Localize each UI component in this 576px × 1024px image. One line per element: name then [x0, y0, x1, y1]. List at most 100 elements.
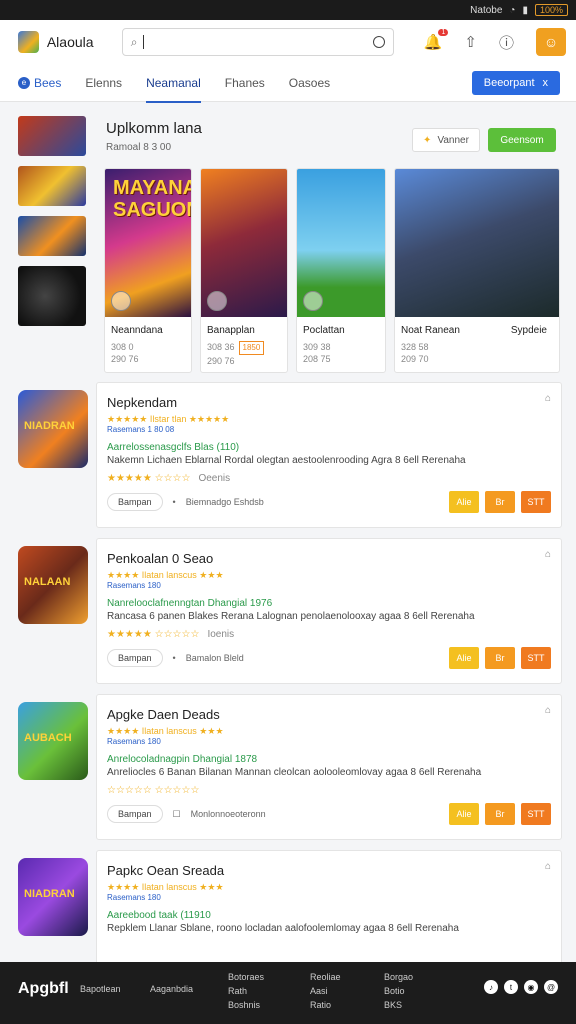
item-description: Anreliocles 6 Banan Bilanan Mannan cleol… — [107, 767, 482, 778]
thumbnail[interactable] — [18, 116, 86, 156]
share-icon[interactable]: ⇧ — [464, 33, 477, 51]
footer-link[interactable]: Boshnis — [228, 998, 264, 1012]
game-list: NIADRAN Nepkendam ★★★★★ Ilstar tlan ★★★★… — [0, 382, 576, 1006]
card-title: Banapplan — [207, 325, 255, 336]
footer-link[interactable]: Botoraes — [228, 970, 264, 984]
item-description: Nakemn Lichaen Eblarnal Rordal olegtan a… — [107, 455, 466, 466]
nav-tabs: e Bees Elenns Neamanal Fhanes Oasoes Beeo… — [0, 64, 576, 103]
game-card[interactable]: Noat Ranean Sypdeie 328 58 209 70 — [394, 168, 560, 373]
thumbnail[interactable] — [18, 266, 86, 326]
action-button-1[interactable]: Alie — [449, 803, 479, 825]
action-button-3[interactable]: STT — [521, 491, 551, 513]
item-highlight: Anrelocoladnagpin Dhangial 1878 — [107, 754, 258, 765]
list-item: NALAAN Penkoalan 0 Seao ★★★★ Ilatan lans… — [0, 538, 576, 694]
footer-column: Borgao Botio BKS — [384, 970, 413, 1012]
item-title: Apgke Daen Deads — [107, 707, 220, 722]
secondary-button[interactable]: ✦ Vanner — [412, 128, 480, 152]
footer-link[interactable]: Aasi — [310, 984, 341, 998]
thumbnail[interactable] — [18, 216, 86, 256]
game-icon[interactable]: NALAAN — [18, 546, 88, 624]
bulb-icon: ✦ — [423, 134, 432, 146]
bookmark-icon[interactable]: ⌂ — [545, 861, 551, 872]
bookmark-icon[interactable]: ⌂ — [545, 705, 551, 716]
notification-bell-icon[interactable]: 🔔 1 — [424, 29, 449, 51]
star-rating: ★★★★ Ilatan lanscus ★★★ — [107, 570, 224, 580]
signal-icon: ▮ — [522, 4, 528, 16]
action-button-2[interactable]: Br — [485, 491, 515, 513]
checkbox-icon[interactable]: ☐ — [173, 809, 181, 820]
footer-link[interactable]: Borgao — [384, 970, 413, 984]
user-avatar[interactable]: ☺ — [535, 28, 566, 56]
footer-logo[interactable]: Apgbfl — [18, 980, 69, 998]
action-button-2[interactable]: Br — [485, 647, 515, 669]
tab-2[interactable]: Elenns — [85, 76, 122, 90]
bookmark-icon[interactable]: ⌂ — [545, 549, 551, 560]
card-meta: 308 36 1850 290 76 — [207, 341, 287, 367]
card-artwork — [297, 169, 385, 317]
app-logo[interactable] — [18, 31, 39, 53]
tag-pill[interactable]: Bampan — [107, 493, 163, 511]
footer-column: Reoliae Aasi Ratio — [310, 970, 341, 1012]
game-card[interactable]: MAYANA SAGUON Neanndana 308 0290 76 — [104, 168, 192, 373]
action-button-1[interactable]: Alie — [449, 647, 479, 669]
tiktok-icon[interactable]: ♪ — [484, 980, 498, 994]
action-button-2[interactable]: Br — [485, 803, 515, 825]
item-subtitle: Rasemans 180 — [107, 581, 161, 590]
star-rating: ★★★★ Ilatan lanscus ★★★ — [107, 726, 224, 736]
card-title: Neanndana — [111, 325, 163, 336]
voice-search-icon[interactable] — [372, 36, 385, 48]
game-icon[interactable]: NIADRAN — [18, 390, 88, 468]
game-card[interactable]: Banapplan 308 36 1850 290 76 — [200, 168, 288, 373]
status-bar: Natobe ◔ ▮ 100% — [0, 0, 576, 20]
rating-row: ☆☆☆☆☆ ☆☆☆☆☆ — [107, 785, 200, 796]
tab-4[interactable]: Fhanes — [225, 76, 265, 90]
play-icon[interactable] — [303, 291, 323, 311]
tag-pill[interactable]: Bampan — [107, 805, 163, 823]
footer: Apgbfl Bapotlean Aaganbdia Botoraes Rath B… — [0, 962, 576, 1024]
game-card-row: MAYANA SAGUON Neanndana 308 0290 76 Bana… — [104, 168, 560, 373]
list-item-panel[interactable]: Apgke Daen Deads ★★★★ Ilatan lanscus ★★★… — [96, 694, 562, 840]
game-icon[interactable]: AUBACH — [18, 702, 88, 780]
list-item-panel[interactable]: Nepkendam ★★★★★ Ilstar tlan ★★★★★ Rasema… — [96, 382, 562, 528]
star-rating: ★★★★ Ilatan lanscus ★★★ — [107, 882, 224, 892]
search-bar[interactable]: ⌕ — [121, 28, 394, 56]
footer-link[interactable]: Aaganbdia — [150, 982, 193, 996]
tab-5[interactable]: Oasoes — [289, 76, 330, 90]
twitter-icon[interactable]: t — [504, 980, 518, 994]
card-title: Poclattan — [303, 325, 345, 336]
tab-home[interactable]: e Bees — [18, 76, 61, 90]
footer-link[interactable]: Botio — [384, 984, 413, 998]
action-button-1[interactable]: Alie — [449, 491, 479, 513]
header-cta-button[interactable]: Beeorpant x — [471, 70, 560, 95]
play-icon[interactable] — [207, 291, 227, 311]
tab-label: Bees — [34, 75, 62, 90]
circle-icon[interactable]: ◉ — [524, 980, 538, 994]
bookmark-icon[interactable]: ⌂ — [545, 393, 551, 404]
footer-link[interactable]: BKS — [384, 998, 413, 1012]
tag-pill[interactable]: Bampan — [107, 649, 163, 667]
footer-link[interactable]: Bapotlean — [80, 982, 121, 996]
card-artwork — [395, 169, 559, 317]
footer-column: Bapotlean — [80, 982, 121, 996]
thumbnail[interactable] — [18, 166, 86, 206]
info-icon[interactable]: ⓘ — [499, 32, 514, 53]
item-actions: Bampan • Bamalon Bleld Alie Br STT — [107, 647, 551, 669]
list-item: NIADRAN Nepkendam ★★★★★ Ilstar tlan ★★★★… — [0, 382, 576, 538]
footer-link[interactable]: Ratio — [310, 998, 341, 1012]
play-icon[interactable] — [111, 291, 131, 311]
tab-3-active[interactable]: Neamanal — [146, 76, 201, 103]
footer-link[interactable]: Rath — [228, 984, 264, 998]
mail-icon[interactable]: @ — [544, 980, 558, 994]
game-card[interactable]: Poclattan 309 38 208 75 — [296, 168, 386, 373]
action-button-3[interactable]: STT — [521, 647, 551, 669]
game-icon[interactable]: NIADRAN — [18, 858, 88, 936]
footer-link[interactable]: Reoliae — [310, 970, 341, 984]
primary-button[interactable]: Geensom — [488, 128, 556, 152]
brand-name: Alaoula — [46, 34, 94, 50]
info-icon: • — [172, 497, 176, 507]
action-button-3[interactable]: STT — [521, 803, 551, 825]
thumbnail-strip — [18, 116, 86, 326]
item-highlight: Nanrelooclafnenngtan Dhangial 1976 — [107, 598, 273, 609]
app-header: Alaoula ⌕ 🔔 1 ⇧ ⓘ ☺ — [0, 20, 576, 64]
list-item-panel[interactable]: Penkoalan 0 Seao ★★★★ Ilatan lanscus ★★★… — [96, 538, 562, 684]
